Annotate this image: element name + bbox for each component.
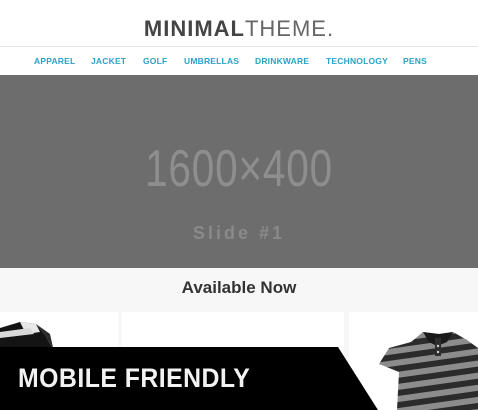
logo-light-text: THEME. <box>244 16 335 41</box>
nav-item-jacket[interactable]: JACKET <box>91 56 126 66</box>
nav-item-drinkware[interactable]: DRINKWARE <box>255 56 309 66</box>
nav-item-pens[interactable]: PENS <box>403 56 427 66</box>
nav-item-umbrellas[interactable]: UMBRELLAS <box>184 56 239 66</box>
slide-label: Slide #1 <box>192 223 286 243</box>
nav-item-technology[interactable]: TECHNOLOGY <box>326 56 388 66</box>
mobile-friendly-banner: MOBILE FRIENDLY <box>0 347 478 410</box>
nav-item-apparel[interactable]: APPAREL <box>34 56 75 66</box>
section-title: Available Now <box>181 278 297 297</box>
hero-slider[interactable]: 1600×400 Slide #1 <box>0 75 478 268</box>
site-logo[interactable]: MINIMALTHEME. <box>0 14 478 44</box>
main-nav: APPAREL JACKET GOLF UMBRELLAS DRINKWARE … <box>0 46 478 75</box>
nav-item-golf[interactable]: GOLF <box>143 56 167 66</box>
slide-placeholder-size: 1600×400 <box>145 140 333 198</box>
logo-bold-text: MINIMAL <box>143 16 245 41</box>
site-header: MINIMALTHEME. <box>0 0 478 46</box>
banner-text: MOBILE FRIENDLY <box>18 363 251 393</box>
